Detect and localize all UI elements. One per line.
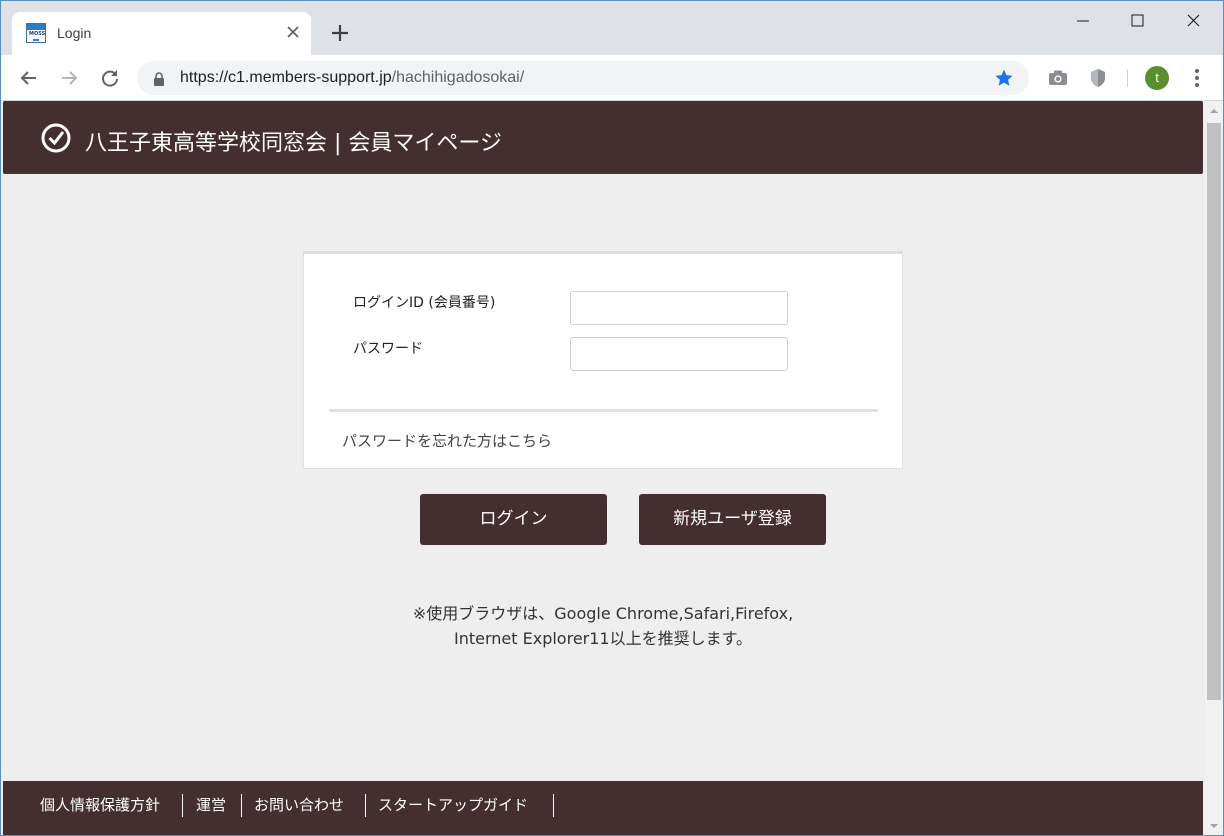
menu-dots-icon[interactable] — [1187, 67, 1207, 89]
tab-title: Login — [57, 25, 92, 41]
footer-link-contact[interactable]: お問い合わせ — [254, 793, 344, 817]
scroll-up-icon[interactable] — [1205, 101, 1223, 121]
browser-window: MOSS Login https://c1.members-support.jp… — [0, 0, 1224, 836]
tab-strip: MOSS Login — [1, 1, 1223, 55]
login-id-label: ログインID (会員番号) — [353, 295, 496, 311]
maximize-icon[interactable] — [1117, 9, 1157, 33]
browser-tab-login[interactable]: MOSS Login — [12, 12, 311, 55]
tab-close-icon[interactable] — [282, 21, 304, 43]
reload-icon[interactable] — [96, 64, 124, 92]
footer-separator — [553, 794, 554, 817]
register-button[interactable]: 新規ユーザ登録 — [639, 494, 826, 545]
scroll-down-icon[interactable] — [1205, 816, 1223, 835]
footer-separator — [365, 794, 366, 817]
lock-icon[interactable] — [152, 71, 166, 86]
address-bar[interactable]: https://c1.members-support.jp/hachihigad… — [137, 61, 1029, 95]
favicon-text: MOSS — [29, 31, 46, 37]
login-form: ログインID (会員番号) パスワード パスワードを忘れた方はこちら — [303, 251, 903, 469]
password-label: パスワード — [353, 341, 423, 357]
minimize-icon[interactable] — [1063, 9, 1103, 33]
bookmark-star-icon[interactable] — [994, 68, 1014, 88]
notice-line-1: ※使用ブラウザは、Google Chrome,Safari,Firefox, — [412, 604, 794, 623]
page-viewport: 八王子東高等学校同窓会 | 会員マイページ ログインID (会員番号) パスワー… — [1, 101, 1205, 835]
shield-icon[interactable] — [1087, 67, 1109, 89]
check-circle-icon — [40, 122, 72, 154]
login-id-input[interactable] — [570, 291, 788, 325]
notice-line-2: Internet Explorer11以上を推奨します。 — [454, 629, 752, 648]
footer-link-operation[interactable]: 運営 — [196, 793, 226, 817]
camera-icon[interactable] — [1047, 67, 1069, 89]
profile-avatar[interactable]: t — [1145, 66, 1169, 90]
footer-link-privacy[interactable]: 個人情報保護方針 — [40, 793, 160, 817]
toolbar-divider — [1127, 69, 1128, 87]
site-header: 八王子東高等学校同窓会 | 会員マイページ — [3, 101, 1203, 174]
browser-toolbar: https://c1.members-support.jp/hachihigad… — [1, 55, 1223, 101]
login-button[interactable]: ログイン — [420, 494, 607, 545]
url-text[interactable]: https://c1.members-support.jp/hachihigad… — [180, 69, 524, 87]
footer-link-startup-guide[interactable]: スタートアップガイド — [378, 793, 528, 817]
footer-separator — [241, 794, 242, 817]
forward-arrow-icon[interactable] — [55, 64, 83, 92]
browser-notice: ※使用ブラウザは、Google Chrome,Safari,Firefox, I… — [303, 601, 903, 651]
form-divider — [329, 409, 878, 412]
site-footer: 個人情報保護方針 運営 お問い合わせ スタートアップガイド — [3, 781, 1203, 835]
page-scrollbar[interactable] — [1205, 101, 1223, 835]
footer-separator — [182, 794, 183, 817]
scrollbar-thumb[interactable] — [1207, 123, 1221, 700]
password-input[interactable] — [570, 337, 788, 371]
url-host: https://c1.members-support.jp — [180, 69, 392, 86]
new-tab-icon[interactable] — [326, 19, 354, 47]
close-window-icon[interactable] — [1173, 9, 1213, 33]
page-title: 八王子東高等学校同窓会 | 会員マイページ — [85, 131, 502, 156]
favicon-icon: MOSS — [26, 23, 46, 43]
back-arrow-icon[interactable] — [15, 64, 43, 92]
forgot-password-link[interactable]: パスワードを忘れた方はこちら — [342, 430, 552, 451]
url-path: /hachihigadosokai/ — [391, 69, 525, 86]
